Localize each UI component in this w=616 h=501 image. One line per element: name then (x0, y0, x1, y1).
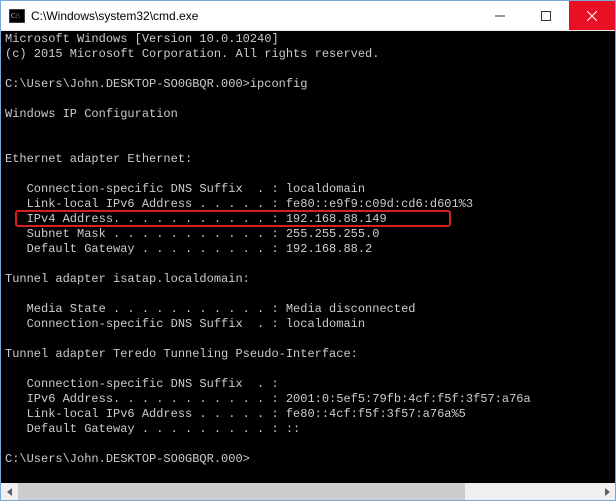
window-controls (477, 1, 615, 30)
svg-text:C:\: C:\ (11, 12, 20, 20)
close-button[interactable] (569, 1, 615, 30)
minimize-button[interactable] (477, 1, 523, 30)
terminal-output[interactable]: Microsoft Windows [Version 10.0.10240] (… (1, 31, 615, 483)
scroll-left-button[interactable] (1, 483, 18, 500)
scrollbar-track[interactable] (18, 483, 598, 500)
scrollbar-thumb[interactable] (18, 483, 465, 500)
window-titlebar: C:\ C:\Windows\system32\cmd.exe (1, 1, 615, 31)
window-title: C:\Windows\system32\cmd.exe (31, 9, 477, 23)
terminal-text: Microsoft Windows [Version 10.0.10240] (… (5, 32, 611, 467)
cmd-icon: C:\ (9, 9, 25, 23)
maximize-button[interactable] (523, 1, 569, 30)
horizontal-scrollbar[interactable] (1, 483, 615, 500)
scroll-right-button[interactable] (598, 483, 615, 500)
